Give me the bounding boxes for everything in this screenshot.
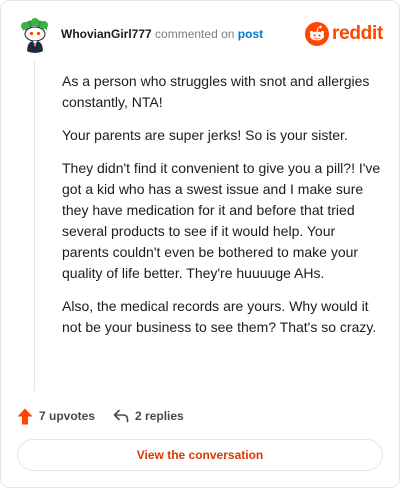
comment-meta: WhovianGirl777 commented on post bbox=[61, 26, 263, 42]
comment-header: WhovianGirl777 commented on post reddit bbox=[17, 17, 383, 53]
comment-paragraph: They didn't find it convenient to give y… bbox=[62, 160, 381, 281]
upvote-count: 7 upvotes bbox=[39, 409, 96, 423]
action-text: commented on bbox=[155, 27, 235, 41]
comment-paragraph: As a person who struggles with snot and … bbox=[62, 73, 370, 110]
snoo-avatar-icon bbox=[21, 18, 48, 53]
reddit-wordmark: reddit bbox=[332, 23, 383, 44]
thread-line bbox=[34, 61, 35, 391]
comment-card: WhovianGirl777 commented on post reddit … bbox=[0, 0, 400, 488]
comment-body: As a person who struggles with snot and … bbox=[62, 71, 382, 350]
reply-count: 2 replies bbox=[135, 409, 184, 423]
replies-button[interactable]: 2 replies bbox=[113, 409, 184, 423]
reply-arrow-icon bbox=[113, 409, 129, 423]
reddit-logo[interactable]: reddit bbox=[305, 21, 383, 47]
view-conversation-button[interactable]: View the conversation bbox=[17, 439, 383, 471]
post-link[interactable]: post bbox=[238, 27, 263, 41]
reddit-logo-icon bbox=[305, 22, 330, 46]
user-avatar[interactable] bbox=[17, 17, 53, 53]
username[interactable]: WhovianGirl777 bbox=[61, 27, 152, 41]
upvote-button[interactable]: 7 upvotes bbox=[17, 408, 95, 425]
comment-paragraph: Your parents are super jerks! So is your… bbox=[62, 127, 348, 143]
comment-paragraph: Also, the medical records are yours. Why… bbox=[62, 298, 377, 335]
comment-footer: 7 upvotes 2 replies bbox=[17, 404, 202, 428]
upvote-arrow-icon bbox=[17, 408, 33, 424]
